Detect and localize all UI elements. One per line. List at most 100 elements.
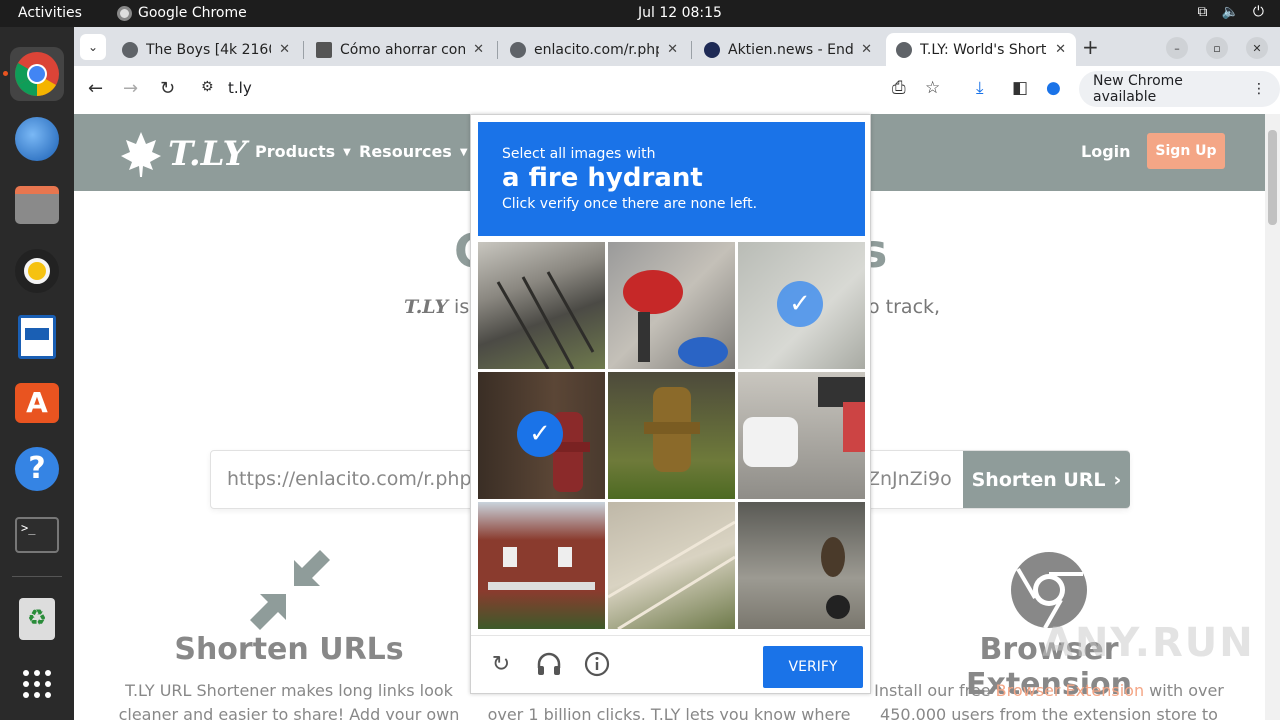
- tab-separator: [497, 41, 498, 59]
- forward-button[interactable]: →: [123, 78, 138, 99]
- captcha-tile-hydrant-red[interactable]: ✓: [478, 372, 605, 499]
- system-tray[interactable]: ⧉ 🔈 ⏻: [1197, 4, 1264, 20]
- captcha-challenge: Select all images with a fire hydrant Cl…: [470, 114, 871, 694]
- aktien-favicon-icon: [704, 41, 720, 58]
- feature-text: Install our free Browser Extension with …: [874, 679, 1224, 720]
- dock-trash[interactable]: ♻: [10, 592, 64, 646]
- reload-button[interactable]: ↻: [160, 78, 175, 99]
- minimize-icon: –: [1174, 41, 1180, 55]
- nav-resources[interactable]: Resources ▼: [359, 142, 468, 161]
- captcha-tile-stairs-railing[interactable]: [608, 502, 735, 629]
- maximize-icon: ▫: [1213, 41, 1221, 55]
- network-icon: ⧉: [1197, 4, 1208, 20]
- signup-button[interactable]: Sign Up: [1147, 133, 1225, 169]
- side-panel-icon[interactable]: ◧: [1012, 78, 1028, 98]
- prompt-instruction: Click verify once there are none left.: [502, 196, 758, 212]
- captcha-tile-stairs[interactable]: [478, 242, 605, 369]
- app-menu[interactable]: Google Chrome: [117, 5, 247, 21]
- captcha-tile-cars-street[interactable]: [738, 372, 865, 499]
- new-tab-button[interactable]: +: [1082, 35, 1099, 59]
- tab-title: Aktien.news - End: [728, 41, 854, 58]
- power-icon: ⏻: [1252, 4, 1264, 20]
- tab-title: The Boys [4k 2160p: [146, 41, 271, 58]
- minimize-button[interactable]: –: [1166, 37, 1188, 59]
- dock-help[interactable]: ?: [10, 442, 64, 496]
- prompt-line: Select all images with: [502, 146, 656, 162]
- tab-separator: [303, 41, 304, 59]
- tab[interactable]: Aktien.news - End ✕: [694, 33, 882, 66]
- dock-rhythmbox[interactable]: [10, 244, 64, 298]
- tab-separator: [691, 41, 692, 59]
- system-top-bar: Activities Google Chrome Jul 12 08:15 ⧉ …: [0, 0, 1280, 27]
- feature-line-a: Install our free: [874, 681, 996, 700]
- nav-products[interactable]: Products ▼: [255, 142, 351, 161]
- page-scrollbar[interactable]: [1265, 114, 1280, 720]
- app-menu-label: Google Chrome: [138, 5, 247, 21]
- browser-extension-link[interactable]: Browser Extension: [996, 681, 1144, 700]
- tab-strip: ⌄ The Boys [4k 2160p✕ Cómo ahorrar con✕ …: [74, 27, 1280, 66]
- activities-button[interactable]: Activities: [18, 5, 82, 21]
- login-link[interactable]: Login: [1081, 142, 1131, 161]
- tab[interactable]: enlacito.com/r.php ✕: [500, 33, 688, 66]
- site-logo[interactable]: T.LY: [120, 130, 247, 178]
- selected-check-icon: ✓: [777, 281, 823, 327]
- rider-image: [821, 537, 850, 619]
- headphones-icon[interactable]: [535, 650, 563, 678]
- tab[interactable]: Cómo ahorrar con ✕: [306, 33, 494, 66]
- terminal-icon: >_: [15, 517, 59, 553]
- dock-files[interactable]: [10, 178, 64, 232]
- site-info-icon[interactable]: ⚙: [201, 79, 214, 95]
- apps-grid-icon: [23, 670, 51, 698]
- captcha-tile-hydrant-rusty[interactable]: [608, 372, 735, 499]
- profile-avatar-icon[interactable]: ●: [1046, 78, 1061, 98]
- dock-show-apps[interactable]: [10, 657, 64, 711]
- verify-button[interactable]: VERIFY: [763, 646, 863, 688]
- watermark: ANY.RUN: [1042, 620, 1255, 666]
- speaker-icon: [15, 249, 59, 293]
- maximize-button[interactable]: ▫: [1206, 37, 1228, 59]
- close-icon[interactable]: ✕: [279, 42, 290, 57]
- stairs-image: [496, 271, 595, 369]
- captcha-footer: ↻ VERIFY: [471, 635, 870, 693]
- dock-terminal[interactable]: >_: [10, 508, 64, 562]
- back-button[interactable]: ←: [88, 78, 103, 99]
- tab-active[interactable]: T.LY: World's Short ✕: [886, 33, 1076, 66]
- motorcycle-image: [623, 270, 728, 367]
- folder-icon: [15, 186, 59, 224]
- close-icon[interactable]: ✕: [1055, 42, 1066, 57]
- captcha-tile-hydrant-faded[interactable]: ✓: [738, 242, 865, 369]
- close-icon[interactable]: ✕: [667, 42, 678, 57]
- feature-title: Shorten URLs: [174, 632, 404, 667]
- dock-writer[interactable]: [10, 310, 64, 364]
- nav-products-label: Products: [255, 142, 336, 161]
- clock[interactable]: Jul 12 08:15: [638, 5, 722, 21]
- chrome-icon: [15, 52, 59, 96]
- dock: A ? >_ ♻: [0, 27, 74, 720]
- nav-resources-label: Resources: [359, 142, 452, 161]
- install-app-icon[interactable]: ⎙: [892, 78, 906, 98]
- tab[interactable]: The Boys [4k 2160p ✕: [112, 33, 300, 66]
- download-icon[interactable]: ⤓: [976, 78, 984, 98]
- update-chrome-button[interactable]: New Chrome available ⋮: [1079, 71, 1280, 107]
- logo-text: T.LY: [168, 134, 247, 174]
- dock-chrome[interactable]: [10, 47, 64, 101]
- info-icon[interactable]: [583, 650, 611, 678]
- captcha-tile-motorcycle[interactable]: [608, 242, 735, 369]
- dock-app-center[interactable]: A: [10, 376, 64, 430]
- long-url-value: https://enlacito.com/r.php?: [227, 468, 482, 490]
- hero-sub-right: o track,: [868, 296, 941, 318]
- long-url-tail: ZnJnZi9o: [867, 468, 952, 490]
- address-bar[interactable]: ⚙ t.ly: [191, 71, 951, 107]
- bookmark-star-icon[interactable]: ☆: [925, 78, 940, 98]
- scrollbar-thumb[interactable]: [1268, 130, 1277, 225]
- tab-search-button[interactable]: ⌄: [80, 34, 106, 60]
- close-window-button[interactable]: ✕: [1246, 37, 1268, 59]
- volume-icon: 🔈: [1221, 4, 1239, 20]
- dock-thunderbird[interactable]: [10, 112, 64, 166]
- captcha-tile-motorbike-rider[interactable]: [738, 502, 865, 629]
- refresh-icon[interactable]: ↻: [487, 650, 515, 678]
- close-icon[interactable]: ✕: [473, 42, 484, 57]
- close-icon[interactable]: ✕: [861, 42, 872, 57]
- captcha-tile-house[interactable]: [478, 502, 605, 629]
- shorten-url-button[interactable]: Shorten URL ›: [963, 451, 1130, 508]
